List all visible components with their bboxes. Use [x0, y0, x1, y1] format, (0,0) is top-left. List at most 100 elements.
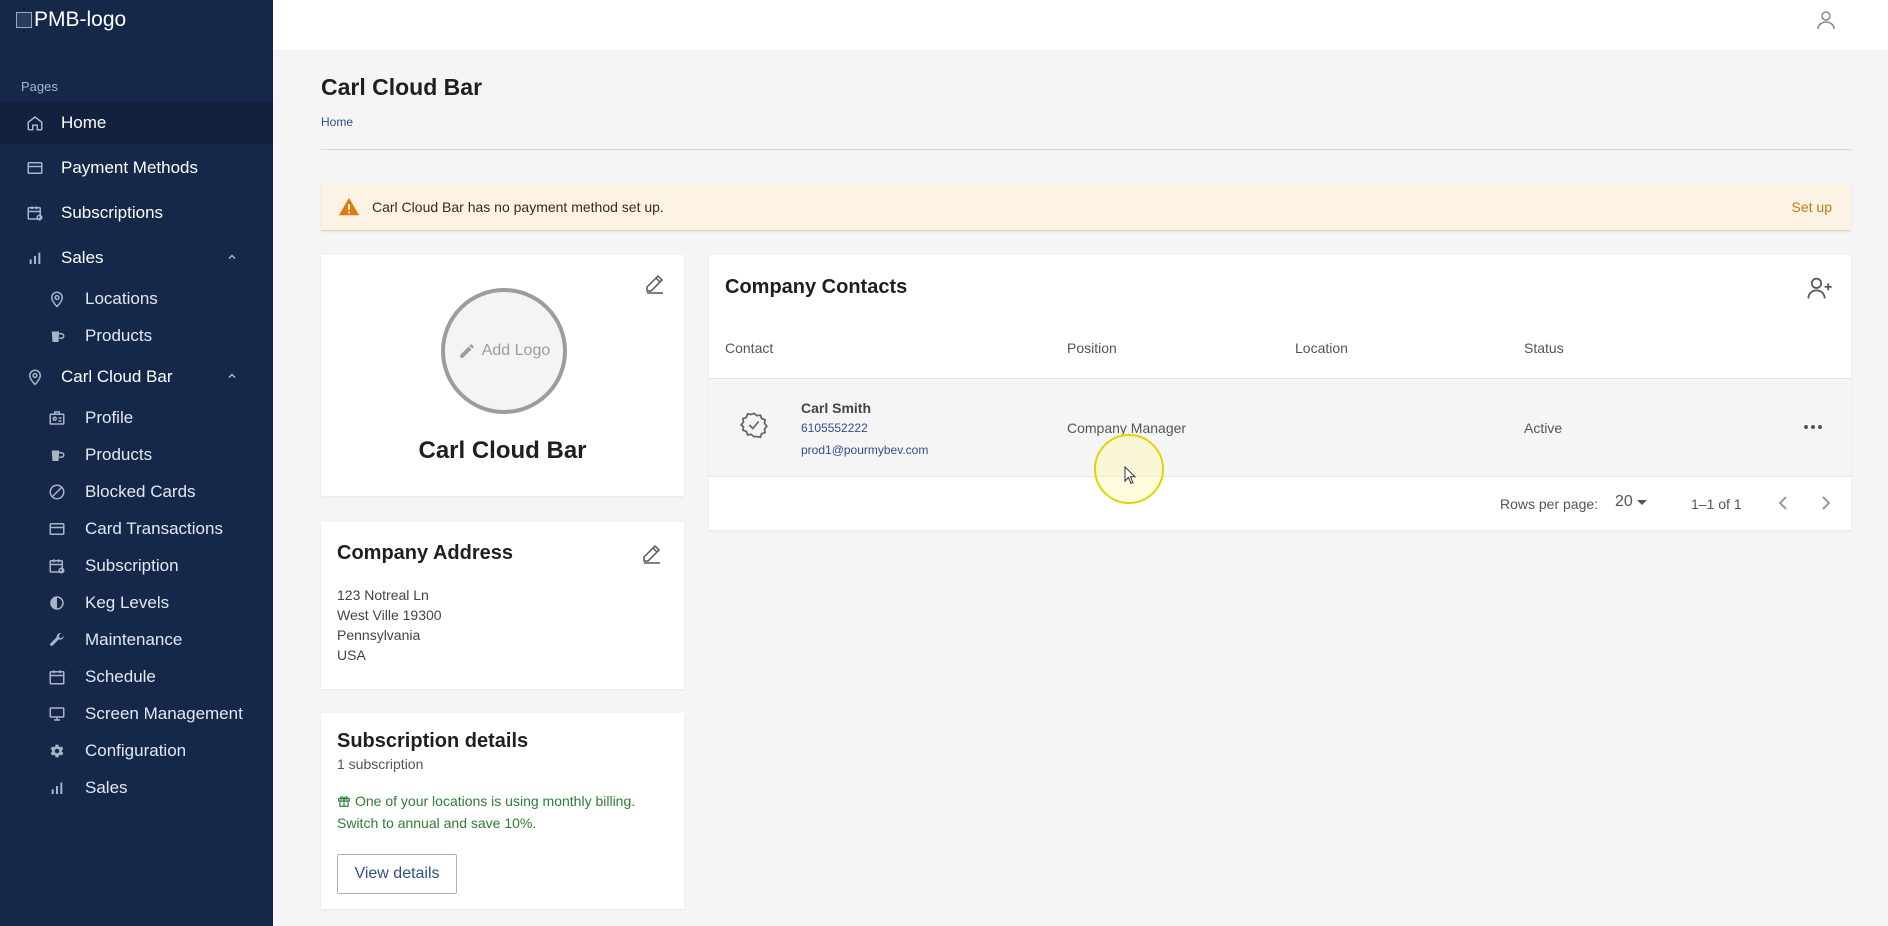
sidebar-item-label: Carl Cloud Bar: [61, 367, 173, 386]
edit-address-icon[interactable]: [640, 541, 664, 565]
sidebar-item-subscriptions[interactable]: Subscriptions: [0, 192, 273, 234]
alert-message: Carl Cloud Bar has no payment method set…: [372, 198, 664, 215]
sidebar-subitem-products[interactable]: Products: [0, 437, 273, 473]
sidebar-subitem-card-transactions[interactable]: Card Transactions: [0, 511, 273, 547]
pagination-range: 1–1 of 1: [1691, 496, 1742, 512]
address-line: 123 Notreal Ln: [337, 587, 429, 603]
column-header-position[interactable]: Position: [1067, 340, 1117, 356]
sidebar-subitem-label: Configuration: [85, 741, 187, 760]
sidebar-subitem-label: Subscription: [85, 556, 179, 575]
setup-payment-button[interactable]: Set up: [1792, 199, 1832, 215]
add-contact-icon[interactable]: [1806, 274, 1834, 302]
sidebar-item-sales[interactable]: Sales: [0, 237, 273, 279]
column-header-contact[interactable]: Contact: [725, 340, 773, 356]
card-icon: [48, 520, 66, 538]
sidebar-item-label: Subscriptions: [61, 203, 164, 222]
sidebar-subitem-label: Screen Management: [85, 704, 243, 723]
sidebar-subitem-keg-levels[interactable]: Keg Levels: [0, 585, 273, 621]
sidebar-section-label: Pages: [21, 79, 58, 94]
bar-chart-icon: [48, 779, 66, 797]
top-bar: [273, 0, 1888, 50]
company-address-card: Company Address 123 Notreal Ln West Vill…: [321, 522, 684, 689]
contact-phone[interactable]: 6105552222: [801, 421, 868, 435]
sidebar-item-label: Payment Methods: [61, 158, 199, 177]
monitor-icon: [48, 705, 66, 723]
broken-image-icon: [16, 12, 32, 28]
page-title: Carl Cloud Bar: [321, 74, 483, 100]
company-name: Carl Cloud Bar: [418, 437, 587, 464]
sidebar-item-payment-methods[interactable]: Payment Methods: [0, 147, 273, 189]
breadcrumb-home[interactable]: Home: [321, 115, 353, 129]
warning-icon: [338, 196, 360, 218]
previous-page-icon[interactable]: [1771, 491, 1795, 515]
rows-per-page-label: Rows per page:: [1500, 496, 1599, 512]
sidebar-subitem-maintenance[interactable]: Maintenance: [0, 622, 273, 658]
sidebar-subitem-products[interactable]: Products: [0, 318, 273, 354]
column-header-location[interactable]: Location: [1295, 340, 1348, 356]
sidebar-item-home[interactable]: Home: [0, 102, 273, 144]
contacts-title: Company Contacts: [725, 276, 908, 298]
address-line: USA: [337, 647, 366, 663]
column-header-status[interactable]: Status: [1524, 340, 1564, 356]
company-logo-card: Add Logo Carl Cloud Bar: [321, 255, 684, 496]
pmb-logo[interactable]: PMB-logo: [16, 8, 126, 32]
sidebar-subitem-label: Card Transactions: [85, 519, 223, 538]
sidebar-subitem-label: Products: [85, 445, 153, 464]
calendar-refresh-icon: [25, 203, 45, 223]
more-options-icon[interactable]: [1801, 415, 1825, 439]
sidebar-subitem-label: Blocked Cards: [85, 482, 196, 501]
chevron-up-icon[interactable]: [226, 248, 238, 268]
contrast-icon: [48, 594, 66, 612]
mouse-cursor-icon: [1124, 466, 1137, 485]
contact-status: Active: [1524, 420, 1563, 436]
sidebar-subitem-label: Profile: [85, 408, 134, 427]
gift-icon: [337, 793, 351, 813]
sidebar-subitem-label: Products: [85, 326, 153, 345]
rows-per-page-select[interactable]: 20: [1615, 493, 1647, 511]
products-icon: [48, 446, 66, 464]
address-line: West Ville 19300: [337, 607, 442, 623]
sidebar-subitem-locations[interactable]: Locations: [0, 281, 273, 317]
wrench-icon: [48, 631, 66, 649]
view-details-button[interactable]: View details: [337, 854, 457, 894]
home-icon: [25, 113, 45, 133]
rows-per-page-value: 20: [1615, 493, 1633, 510]
sidebar-subitem-configuration[interactable]: Configuration: [0, 733, 273, 769]
bar-chart-icon: [25, 248, 45, 268]
sidebar-subitem-label: Maintenance: [85, 630, 183, 649]
sidebar-subitem-profile[interactable]: Profile: [0, 400, 273, 436]
sidebar-item-label: Sales: [61, 248, 104, 267]
chevron-up-icon[interactable]: [226, 367, 238, 387]
sidebar-subitem-screen-management[interactable]: Screen Management: [0, 696, 273, 732]
sidebar-subitem-label: Sales: [85, 778, 128, 797]
sidebar-subitem-blocked-cards[interactable]: Blocked Cards: [0, 474, 273, 510]
user-account-icon[interactable]: [1814, 8, 1838, 32]
sidebar-subitem-label: Locations: [85, 289, 158, 308]
next-page-icon[interactable]: [1814, 491, 1838, 515]
sidebar-subitem-sales[interactable]: Sales: [0, 770, 273, 806]
verified-badge-icon: [739, 411, 768, 439]
contact-email[interactable]: prod1@pourmybev.com: [801, 443, 928, 457]
payment-warning-alert: Carl Cloud Bar has no payment method set…: [321, 183, 1851, 231]
pencil-icon: [458, 342, 476, 360]
subscription-details-card: Subscription details 1 subscription One …: [321, 713, 684, 909]
edit-logo-icon[interactable]: [643, 271, 667, 295]
sidebar-subitem-schedule[interactable]: Schedule: [0, 659, 273, 695]
subscription-title: Subscription details: [337, 730, 529, 752]
table-row[interactable]: Carl Smith 6105552222 prod1@pourmybev.co…: [709, 378, 1851, 477]
promo-text-line-2: Switch to annual and save 10%.: [337, 815, 537, 831]
location-pin-icon: [48, 290, 66, 308]
profile-icon: [48, 409, 66, 427]
sidebar-subitem-subscription[interactable]: Subscription: [0, 548, 273, 584]
sidebar-item-label: Home: [61, 113, 107, 132]
address-line: Pennsylvania: [337, 627, 421, 643]
add-logo-button[interactable]: Add Logo: [441, 288, 567, 414]
caret-down-icon: [1636, 497, 1647, 507]
sidebar-subitem-label: Schedule: [85, 667, 156, 686]
location-pin-icon: [25, 367, 45, 387]
billing-promo: One of your locations is using monthly b…: [337, 791, 667, 833]
address-title: Company Address: [337, 542, 513, 564]
logo-alt-text: PMB-logo: [34, 8, 127, 31]
calendar-refresh-icon: [48, 557, 66, 575]
sidebar-item-carl-cloud-bar[interactable]: Carl Cloud Bar: [0, 356, 273, 398]
